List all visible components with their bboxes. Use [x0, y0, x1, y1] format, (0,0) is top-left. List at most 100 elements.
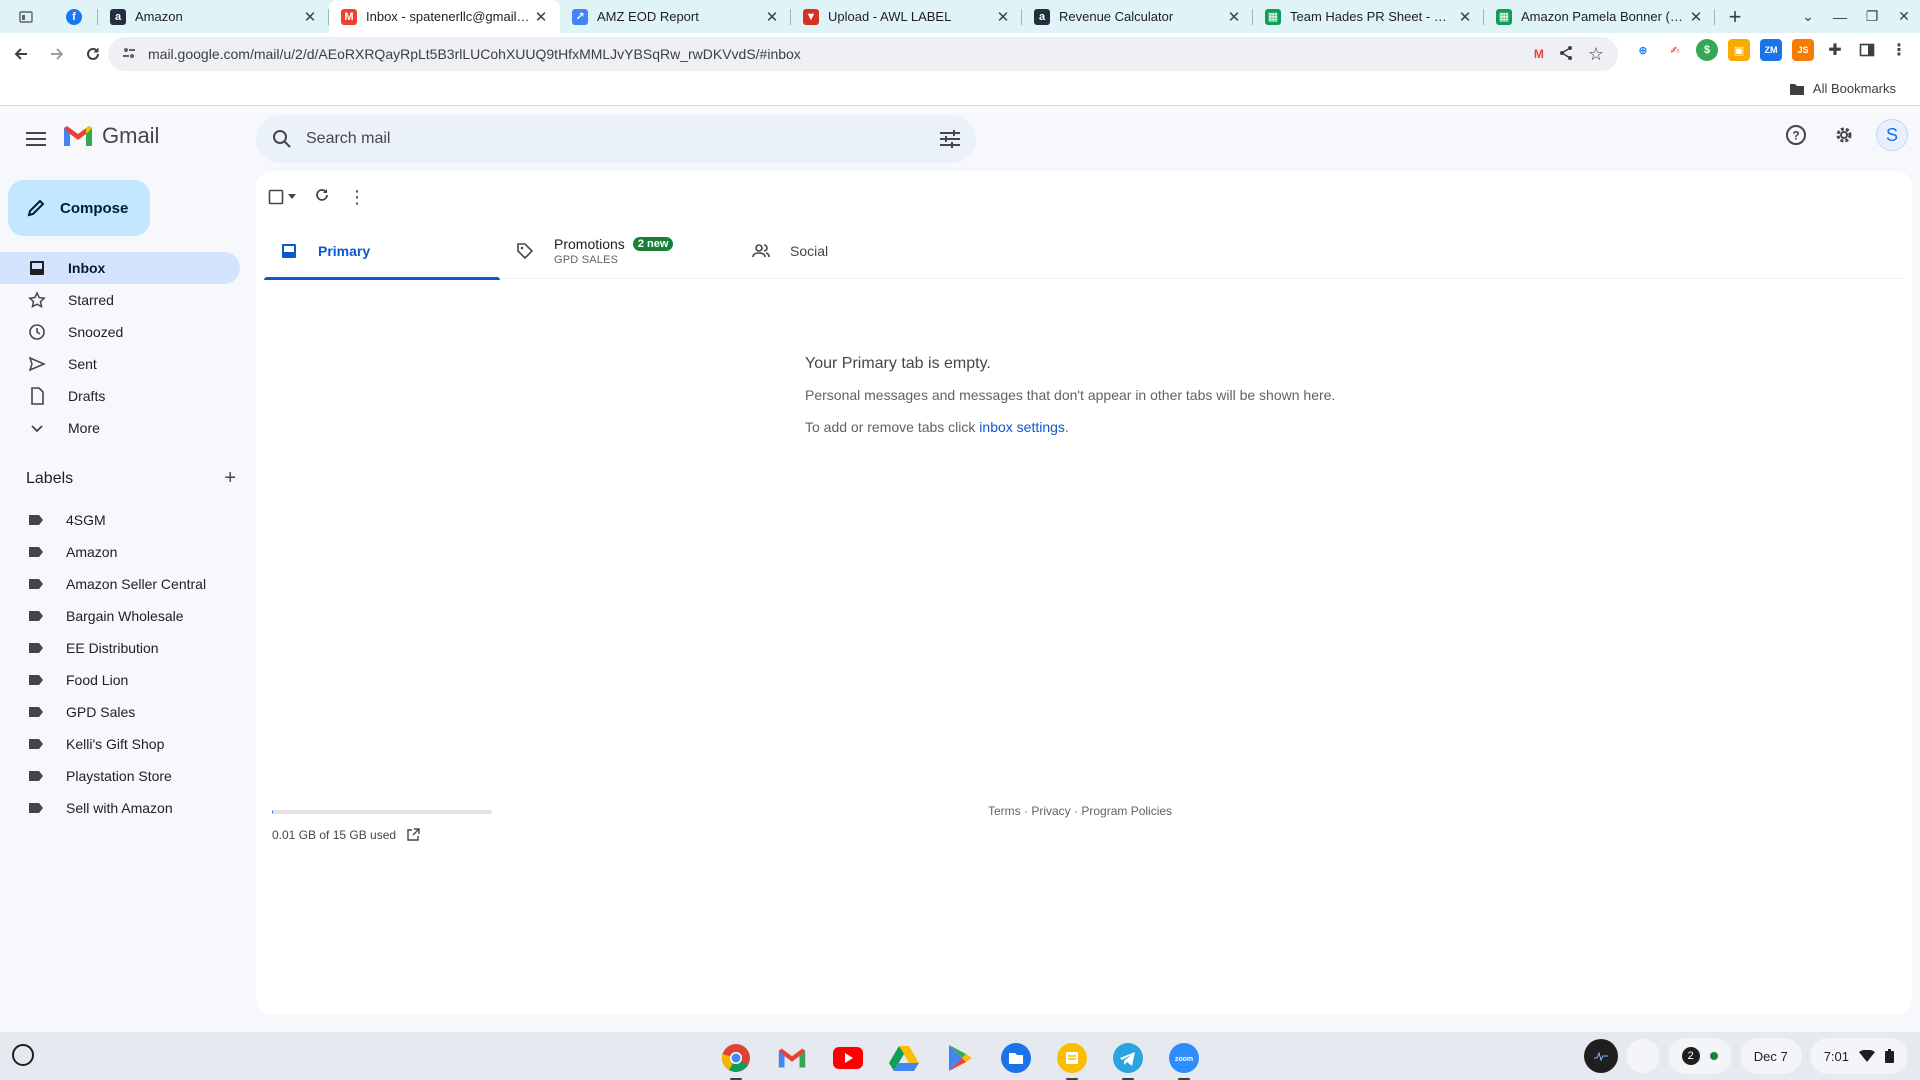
sidebar-item-more[interactable]: More — [0, 412, 240, 444]
tab-social[interactable]: Social — [736, 223, 972, 279]
phone-hub-icon[interactable] — [1583, 1039, 1618, 1073]
label-item[interactable]: Amazon — [0, 536, 256, 568]
label-item[interactable]: Kelli's Gift Shop — [0, 728, 256, 760]
extension-green-icon[interactable]: $ — [1696, 39, 1718, 61]
footer-sep: · — [1020, 804, 1032, 818]
close-tab-icon[interactable]: ✕ — [763, 8, 781, 26]
more-actions-icon[interactable]: ⋮ — [348, 187, 366, 208]
close-tab-icon[interactable]: ✕ — [1687, 8, 1705, 26]
sidebar-item-drafts[interactable]: Drafts — [0, 380, 240, 412]
browser-tab[interactable]: ▦ Amazon Pamela Bonner (Dr B ✕ — [1484, 0, 1715, 33]
browser-tab[interactable]: M Inbox - spatenerllc@gmail.com ✕ — [329, 0, 560, 33]
extension-signature-icon[interactable]: ✍ — [1664, 39, 1686, 61]
label-item[interactable]: 4SGM — [0, 504, 256, 536]
label-item[interactable]: Food Lion — [0, 664, 256, 696]
new-tab-button[interactable]: + — [1715, 0, 1755, 33]
search-icon[interactable] — [272, 129, 292, 149]
gmail-extension-icon[interactable]: M — [1534, 47, 1544, 61]
extension-zm-icon[interactable]: ZM — [1760, 39, 1782, 61]
extension-box-icon[interactable]: ▣ — [1728, 39, 1750, 61]
label-item[interactable]: Bargain Wholesale — [0, 600, 256, 632]
browser-tab-title: Revenue Calculator — [1059, 9, 1174, 24]
label-item[interactable]: EE Distribution — [0, 632, 256, 664]
sidebar-item-sent[interactable]: Sent — [0, 348, 240, 380]
play-store-icon[interactable] — [940, 1038, 980, 1078]
open-external-icon[interactable] — [406, 828, 420, 842]
browser-tab-title: AMZ EOD Report — [597, 9, 699, 24]
select-all-checkbox[interactable] — [268, 189, 296, 205]
search-input[interactable]: Search mail — [306, 130, 940, 148]
refresh-icon[interactable] — [314, 187, 330, 208]
privacy-link[interactable]: Privacy — [1031, 804, 1070, 818]
forward-button[interactable] — [42, 39, 72, 69]
back-button[interactable] — [6, 39, 36, 69]
close-window-icon[interactable]: ✕ — [1888, 8, 1920, 25]
label-icon — [28, 610, 44, 622]
empty-hint: To add or remove tabs click inbox settin… — [805, 419, 1405, 435]
reload-button[interactable] — [78, 39, 108, 69]
telegram-icon[interactable] — [1108, 1038, 1148, 1080]
site-info-icon[interactable] — [122, 46, 136, 63]
chrome-icon[interactable] — [716, 1038, 756, 1080]
browser-tab[interactable]: ▦ Team Hades PR Sheet - Google✕ — [1253, 0, 1484, 33]
inbox-settings-link[interactable]: inbox settings — [979, 419, 1065, 435]
date-tray[interactable]: Dec 7 — [1739, 1038, 1802, 1074]
search-bar[interactable]: Search mail — [256, 115, 976, 163]
minimize-icon[interactable]: — — [1824, 9, 1856, 25]
tab-primary[interactable]: Primary — [264, 223, 500, 280]
support-button[interactable]: ? — [1776, 115, 1816, 155]
account-button[interactable]: S — [1872, 115, 1912, 155]
tab-search-icon[interactable] — [0, 0, 52, 33]
youtube-icon[interactable] — [828, 1038, 868, 1078]
browser-tab[interactable]: ↗ AMZ EOD Report ✕ — [560, 0, 791, 33]
label-item[interactable]: Sell with Amazon — [0, 792, 256, 824]
extensions-puzzle-icon[interactable]: ✚ — [1824, 39, 1846, 61]
close-tab-icon[interactable]: ✕ — [994, 8, 1012, 26]
close-tab-icon[interactable]: ✕ — [1456, 8, 1474, 26]
compose-button[interactable]: Compose — [8, 180, 150, 236]
gmail-icon[interactable] — [772, 1038, 812, 1078]
browser-tab[interactable]: a Revenue Calculator ✕ — [1022, 0, 1253, 33]
zoom-icon[interactable]: zoom — [1164, 1038, 1204, 1080]
caret-down-icon[interactable] — [288, 194, 296, 200]
browser-tab[interactable]: ▼ Upload - AWL LABEL ✕ — [791, 0, 1022, 33]
side-panel-icon[interactable] — [1856, 39, 1878, 61]
holding-space-icon[interactable] — [1625, 1039, 1660, 1073]
tab-promotions[interactable]: Promotions 2 new GPD SALES — [500, 223, 736, 279]
label-item[interactable]: GPD Sales — [0, 696, 256, 728]
close-tab-icon[interactable]: ✕ — [301, 8, 319, 26]
all-bookmarks-button[interactable]: All Bookmarks — [1789, 81, 1896, 96]
empty-hint-text: To add or remove tabs click — [805, 419, 980, 435]
files-icon[interactable] — [996, 1038, 1036, 1078]
terms-link[interactable]: Terms — [988, 804, 1021, 818]
create-label-icon[interactable]: + — [224, 467, 236, 490]
close-tab-icon[interactable]: ✕ — [532, 8, 550, 26]
sidebar-item-starred[interactable]: Starred — [0, 284, 240, 316]
label-item[interactable]: Playstation Store — [0, 760, 256, 792]
drive-icon[interactable] — [884, 1038, 924, 1078]
label-item[interactable]: Amazon Seller Central — [0, 568, 256, 600]
sidebar-item-inbox[interactable]: Inbox — [0, 252, 240, 284]
system-tray[interactable]: 7:01 — [1809, 1038, 1908, 1074]
address-bar[interactable]: mail.google.com/mail/u/2/d/AEoRXRQayRpLt… — [108, 37, 1618, 71]
close-tab-icon[interactable]: ✕ — [1225, 8, 1243, 26]
restore-icon[interactable]: ❐ — [1856, 8, 1888, 25]
browser-tab[interactable]: a Amazon ✕ — [98, 0, 329, 33]
bookmark-star-icon[interactable]: ☆ — [1588, 44, 1604, 65]
launcher-button[interactable] — [12, 1044, 34, 1066]
notification-center[interactable]: 2 — [1667, 1038, 1732, 1074]
sidebar-item-snoozed[interactable]: Snoozed — [0, 316, 240, 348]
extension-js-icon[interactable]: JS — [1792, 39, 1814, 61]
keep-icon[interactable] — [1052, 1038, 1092, 1080]
search-options-icon[interactable] — [940, 130, 960, 148]
browser-tab-facebook[interactable]: f — [52, 0, 98, 33]
share-icon[interactable] — [1558, 45, 1574, 64]
program-policies-link[interactable]: Program Policies — [1081, 804, 1172, 818]
browser-menu-icon[interactable]: ⋮ — [1888, 39, 1910, 61]
gmail-logo[interactable]: Gmail — [62, 123, 159, 149]
main-menu-button[interactable] — [16, 119, 56, 159]
tab-list-chevron-icon[interactable]: ⌄ — [1792, 8, 1824, 25]
settings-button[interactable] — [1824, 115, 1864, 155]
main-panel: ⋮ Primary Promotions 2 new GPD SALES Soc… — [256, 171, 1912, 1015]
extension-globe-icon[interactable]: ⊕ — [1632, 39, 1654, 61]
